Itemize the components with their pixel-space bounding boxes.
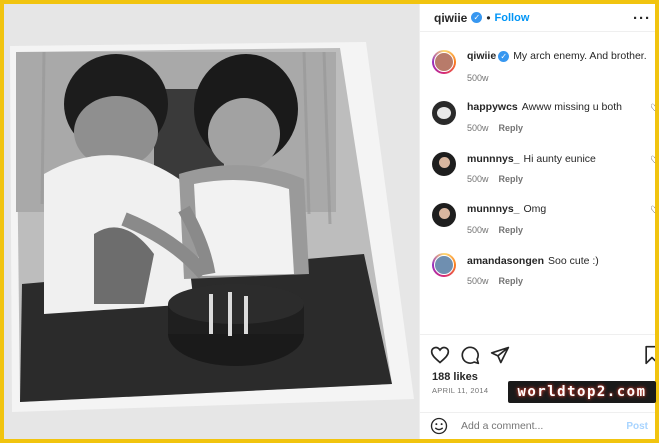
post-date: APRIL 11, 2014 <box>432 386 489 395</box>
comment-username[interactable]: amandasongen <box>467 255 544 267</box>
bookmark-icon[interactable] <box>642 345 655 365</box>
comment-body: Soo cute :) <box>548 255 599 267</box>
comment-meta: 500w Reply <box>467 276 523 286</box>
like-comment-icon[interactable]: ♡ <box>650 155 655 166</box>
caption-text: qiwiie ✓ My arch enemy. And brother. <box>467 50 647 62</box>
comment-username[interactable]: munnnys_ <box>467 203 520 215</box>
comment-age: 500w <box>467 174 489 184</box>
like-comment-icon[interactable]: ♡ <box>650 205 655 216</box>
comment-avatar[interactable] <box>432 101 456 125</box>
caption-meta: 500w <box>467 73 489 83</box>
author-username[interactable]: qiwiie <box>434 11 467 25</box>
comment-avatar[interactable] <box>432 253 456 277</box>
post-header: qiwiie ✓ • Follow ··· <box>420 4 655 32</box>
post-sidebar: qiwiie ✓ • Follow ··· qiwiie ✓ My arch ene… <box>419 4 655 439</box>
watermark-logo: worldtop2.com <box>508 381 656 403</box>
reply-button[interactable]: Reply <box>499 276 524 286</box>
add-comment-bar: Post <box>420 412 655 439</box>
comment-text: happywcs Awww missing u both <box>467 101 622 113</box>
comment-meta: 500w Reply <box>467 123 523 133</box>
caption-verified-icon: ✓ <box>498 51 510 62</box>
comment-meta: 500w Reply <box>467 225 523 235</box>
post-comment-button[interactable]: Post <box>626 421 648 432</box>
caption-username[interactable]: qiwiie <box>467 50 496 62</box>
share-icon[interactable] <box>490 345 510 365</box>
caption-age: 500w <box>467 73 489 83</box>
comment-body: Omg <box>523 203 547 215</box>
more-options-icon[interactable]: ··· <box>633 10 651 27</box>
instagram-post-frame: qiwiie ✓ • Follow ··· qiwiie ✓ My arch ene… <box>4 4 655 439</box>
comment-text: munnnys_ Hi aunty eunice <box>467 153 596 165</box>
add-comment-input[interactable] <box>461 420 611 432</box>
comment-username[interactable]: munnnys_ <box>467 153 520 165</box>
comment-avatar[interactable] <box>432 152 456 176</box>
comment-avatar[interactable] <box>432 203 456 227</box>
likes-count[interactable]: 188 likes <box>432 371 478 383</box>
caption-avatar[interactable] <box>432 50 456 74</box>
verified-badge-icon: ✓ <box>471 12 483 23</box>
photo-image <box>4 4 419 439</box>
reply-button[interactable]: Reply <box>499 174 524 184</box>
comment-age: 500w <box>467 276 489 286</box>
reply-button[interactable]: Reply <box>499 225 524 235</box>
comment-body: Hi aunty eunice <box>523 153 596 165</box>
reply-button[interactable]: Reply <box>499 123 524 133</box>
emoji-icon[interactable] <box>430 417 448 435</box>
comment-icon[interactable] <box>460 345 480 365</box>
comment-body: Awww missing u both <box>521 101 622 113</box>
comment-text: amandasongen Soo cute :) <box>467 255 599 267</box>
separator-dot: • <box>486 10 491 25</box>
follow-button[interactable]: Follow <box>495 12 530 24</box>
comment-text: munnnys_ Omg <box>467 203 546 215</box>
like-comment-icon[interactable]: ♡ <box>650 103 655 114</box>
heart-icon[interactable] <box>430 345 450 365</box>
post-photo[interactable] <box>4 4 419 439</box>
caption-body: My arch enemy. And brother. <box>513 50 647 62</box>
comment-age: 500w <box>467 225 489 235</box>
comment-meta: 500w Reply <box>467 174 523 184</box>
comment-age: 500w <box>467 123 489 133</box>
comment-username[interactable]: happywcs <box>467 101 518 113</box>
